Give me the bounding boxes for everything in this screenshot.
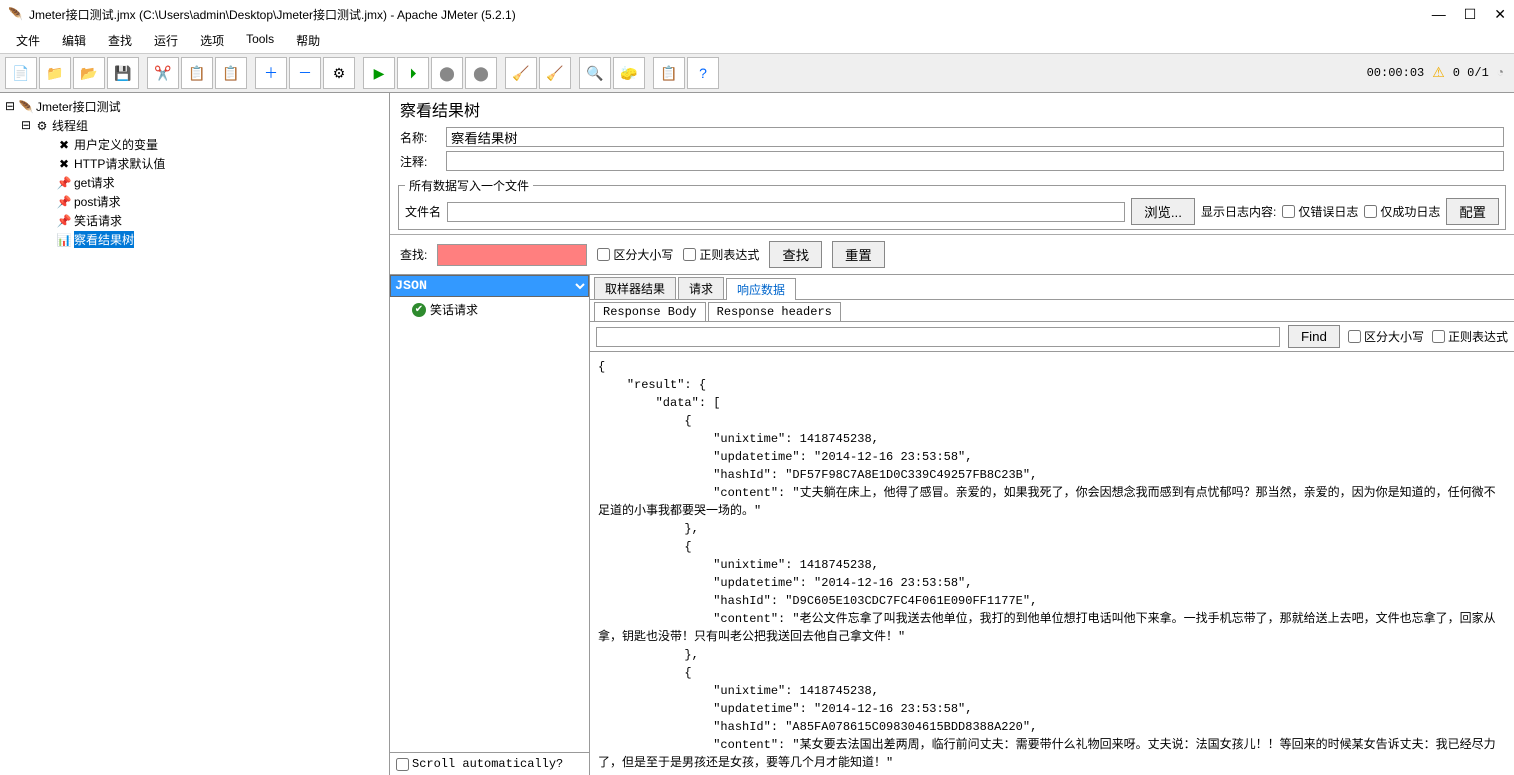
only-success-checkbox[interactable] <box>1364 205 1377 218</box>
tree-item[interactable]: get请求 <box>74 174 115 191</box>
find-button[interactable]: Find <box>1288 325 1340 348</box>
menu-edit[interactable]: 编辑 <box>52 30 96 51</box>
templates-button[interactable]: 📁 <box>39 57 71 89</box>
new-button[interactable]: 📄 <box>5 57 37 89</box>
comment-input[interactable] <box>446 151 1504 171</box>
show-log-label: 显示日志内容: <box>1201 203 1276 220</box>
search-find-button[interactable]: 查找 <box>769 241 822 268</box>
reset-search-button[interactable]: 🧽 <box>613 57 645 89</box>
tree-item[interactable]: HTTP请求默认值 <box>74 155 165 172</box>
menu-tools[interactable]: Tools <box>236 30 284 51</box>
stop-button[interactable]: ⬤ <box>431 57 463 89</box>
tree-item[interactable]: 笑话请求 <box>74 212 122 229</box>
test-plan-tree[interactable]: ⊟🪶Jmeter接口测试 ⊟⚙线程组 ✖用户定义的变量 ✖HTTP请求默认值 📌… <box>0 93 390 775</box>
cut-button[interactable]: ✂️ <box>147 57 179 89</box>
tree-thread-group[interactable]: 线程组 <box>52 117 88 134</box>
renderer-select[interactable]: JSON <box>390 275 589 297</box>
panel-heading: 察看结果树 <box>390 93 1514 125</box>
result-tree-pane: JSON ✔ 笑话请求 Scroll automatically? <box>390 275 590 775</box>
find-button[interactable]: 🔍 <box>579 57 611 89</box>
tab-sampler-result[interactable]: 取样器结果 <box>594 277 676 299</box>
search-reset-button[interactable]: 重置 <box>832 241 885 268</box>
start-button[interactable]: ▶ <box>363 57 395 89</box>
shutdown-button[interactable]: ⬤ <box>465 57 497 89</box>
search-label: 查找: <box>400 246 427 263</box>
menu-help[interactable]: 帮助 <box>286 30 330 51</box>
menu-run[interactable]: 运行 <box>144 30 188 51</box>
file-fieldset: 所有数据写入一个文件 文件名 浏览... 显示日志内容: 仅错误日志 仅成功日志… <box>398 177 1506 230</box>
warning-icon: ⚠ <box>1432 65 1445 82</box>
thread-counts: 0 0/1 <box>1453 66 1489 80</box>
title-bar: 🪶 Jmeter接口测试.jmx (C:\Users\admin\Desktop… <box>0 0 1514 28</box>
tree-item-selected[interactable]: 察看结果树 <box>74 231 134 248</box>
help-button[interactable]: ? <box>687 57 719 89</box>
start-no-timers-button[interactable]: ⏵ <box>397 57 429 89</box>
result-tree[interactable]: ✔ 笑话请求 <box>390 297 589 752</box>
result-sample[interactable]: 笑话请求 <box>430 301 478 318</box>
find-case-checkbox[interactable] <box>1348 330 1361 343</box>
browse-button[interactable]: 浏览... <box>1131 198 1195 225</box>
save-button[interactable]: 💾 <box>107 57 139 89</box>
status-icon: ◔ <box>1497 66 1504 80</box>
paste-button[interactable]: 📋 <box>215 57 247 89</box>
app-icon: 🪶 <box>8 7 23 21</box>
subtab-body[interactable]: Response Body <box>594 302 706 321</box>
file-legend: 所有数据写入一个文件 <box>405 177 533 194</box>
subtab-headers[interactable]: Response headers <box>708 302 841 321</box>
function-helper-button[interactable]: 📋 <box>653 57 685 89</box>
maximize-button[interactable]: ☐ <box>1464 6 1477 23</box>
menu-search[interactable]: 查找 <box>98 30 142 51</box>
success-icon: ✔ <box>412 303 426 317</box>
content-pane: 察看结果树 名称: 注释: 所有数据写入一个文件 文件名 浏览... 显示日志内… <box>390 93 1514 775</box>
find-regex-checkbox[interactable] <box>1432 330 1445 343</box>
clear-all-button[interactable]: 🧹 <box>539 57 571 89</box>
open-button[interactable]: 📂 <box>73 57 105 89</box>
menu-file[interactable]: 文件 <box>6 30 50 51</box>
response-area: 取样器结果 请求 响应数据 Response Body Response hea… <box>590 275 1514 775</box>
toolbar: 📄 📁 📂 💾 ✂️ 📋 📋 ＋ － ⚙ ▶ ⏵ ⬤ ⬤ 🧹 🧹 🔍 🧽 📋 ?… <box>0 53 1514 93</box>
tree-item[interactable]: post请求 <box>74 193 121 210</box>
clear-button[interactable]: 🧹 <box>505 57 537 89</box>
tree-item[interactable]: 用户定义的变量 <box>74 136 158 153</box>
minimize-button[interactable]: — <box>1432 6 1446 23</box>
scroll-auto-checkbox[interactable] <box>396 758 409 771</box>
filename-label: 文件名 <box>405 203 441 220</box>
remove-button[interactable]: － <box>289 57 321 89</box>
tree-root[interactable]: Jmeter接口测试 <box>36 98 121 115</box>
only-error-checkbox[interactable] <box>1282 205 1295 218</box>
configure-button[interactable]: 配置 <box>1446 198 1499 225</box>
add-button[interactable]: ＋ <box>255 57 287 89</box>
search-regex-checkbox[interactable] <box>683 248 696 261</box>
search-row: 查找: 区分大小写 正则表达式 查找 重置 <box>390 234 1514 274</box>
response-body[interactable]: { "result": { "data": [ { "unixtime": 14… <box>590 352 1514 775</box>
find-input[interactable] <box>596 327 1280 347</box>
tab-request[interactable]: 请求 <box>678 277 724 299</box>
menu-bar: 文件 编辑 查找 运行 选项 Tools 帮助 <box>0 28 1514 53</box>
close-button[interactable]: ✕ <box>1494 6 1506 23</box>
name-input[interactable] <box>446 127 1504 147</box>
filename-input[interactable] <box>447 202 1125 222</box>
menu-options[interactable]: 选项 <box>190 30 234 51</box>
name-label: 名称: <box>400 129 440 146</box>
comment-label: 注释: <box>400 153 440 170</box>
copy-button[interactable]: 📋 <box>181 57 213 89</box>
window-title: Jmeter接口测试.jmx (C:\Users\admin\Desktop\J… <box>29 6 516 23</box>
main-area: ⊟🪶Jmeter接口测试 ⊟⚙线程组 ✖用户定义的变量 ✖HTTP请求默认值 📌… <box>0 93 1514 775</box>
elapsed-time: 00:00:03 <box>1367 66 1425 80</box>
search-input[interactable] <box>437 244 587 266</box>
search-case-checkbox[interactable] <box>597 248 610 261</box>
tab-response-data[interactable]: 响应数据 <box>726 278 796 300</box>
toggle-button[interactable]: ⚙ <box>323 57 355 89</box>
